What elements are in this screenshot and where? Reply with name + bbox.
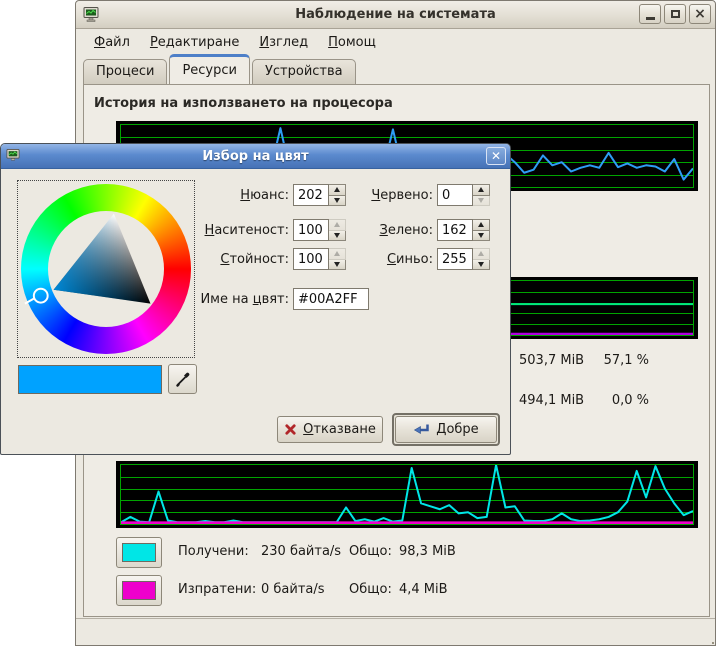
blue-spin-down-button[interactable] (473, 260, 490, 271)
close-icon: × (694, 7, 706, 21)
value-label: Стойност: (171, 252, 289, 267)
swap-percent: 0,0 % (612, 393, 649, 408)
main-titlebar[interactable]: Наблюдение на системата × (76, 1, 715, 29)
memory-amount: 503,7 MiB (519, 353, 584, 368)
enter-arrow-icon (413, 422, 430, 437)
arrow-up-icon (478, 251, 484, 256)
received-color-swatch (122, 543, 156, 562)
network-history-chart (116, 461, 698, 528)
cancel-x-icon (284, 423, 297, 436)
green-spin-up-button[interactable] (473, 219, 490, 231)
dialog-close-button[interactable]: ✕ (486, 147, 506, 165)
ok-button[interactable]: Добре (395, 416, 497, 443)
green-spin-down-button[interactable] (473, 231, 490, 242)
arrow-down-icon (478, 233, 484, 238)
saturation-label: Наситеност: (171, 223, 289, 238)
green-row: Зелено: (319, 219, 490, 241)
resize-grip[interactable] (707, 637, 709, 639)
green-label: Зелено: (319, 223, 433, 238)
maximize-icon (671, 10, 680, 18)
cpu-history-title: История на използването на процесора (94, 96, 393, 111)
sent-total-label: Общо: (349, 582, 392, 597)
tab-resources[interactable]: Ресурси (169, 54, 250, 84)
red-row: Червено: (319, 184, 490, 206)
sent-color-swatch (122, 581, 156, 600)
status-bar (76, 618, 715, 645)
window-title: Наблюдение на системата (295, 7, 496, 22)
arrow-down-icon (478, 262, 484, 267)
network-line-series (121, 465, 693, 524)
eyedropper-icon (175, 371, 191, 387)
green-input[interactable] (437, 219, 473, 241)
hue-marker-line (25, 299, 34, 304)
sent-legend-row: Изпратени: 0 байта/s Общо: 4,4 MiB (116, 575, 676, 606)
minimize-button[interactable] (639, 4, 661, 24)
menu-item-help[interactable]: Помощ (318, 32, 386, 53)
color-preview-swatch (18, 365, 162, 394)
arrow-down-icon (478, 198, 484, 203)
color-name-row: Име на цвят: (171, 287, 369, 311)
color-picker-dialog: Избор на цвят ✕ (0, 143, 511, 455)
system-monitor-icon (83, 7, 99, 22)
sent-rate: 0 байта/s (261, 582, 325, 597)
color-wheel-box (17, 180, 195, 358)
sent-color-button[interactable] (116, 575, 162, 606)
swap-legend-row: 494,1 MiB 0,0 % (519, 393, 649, 410)
received-rate: 230 байта/s (261, 544, 341, 559)
tab-bar: Процеси Ресурси Устройства (83, 55, 358, 84)
received-total-label: Общо: (349, 544, 392, 559)
color-name-input[interactable] (293, 288, 369, 310)
arrow-up-icon (478, 187, 484, 192)
swap-amount: 494,1 MiB (519, 393, 584, 408)
received-label: Получени: (178, 544, 249, 559)
blue-row: Синьо: (319, 248, 490, 270)
close-icon: ✕ (491, 150, 501, 162)
cancel-button-label: Отказване (303, 422, 376, 437)
received-legend-row: Получени: 230 байта/s Общо: 98,3 MiB (116, 537, 676, 568)
red-spin-down-button[interactable] (473, 196, 490, 207)
received-color-button[interactable] (116, 537, 162, 568)
menu-item-edit[interactable]: Редактиране (140, 32, 249, 53)
menu-item-file[interactable]: Файл (84, 32, 140, 53)
menu-item-view[interactable]: Изглед (249, 32, 318, 53)
blue-spin-up-button[interactable] (473, 248, 490, 260)
ok-button-default-ring: Добре (392, 413, 500, 446)
minimize-icon (646, 17, 655, 20)
blue-input[interactable] (437, 248, 473, 270)
color-name-label: Име на цвят: (171, 292, 289, 307)
red-label: Червено: (319, 188, 433, 203)
memory-percent: 57,1 % (604, 353, 649, 368)
sent-total: 4,4 MiB (399, 582, 448, 597)
sent-label: Изпратени: (178, 582, 256, 597)
memory-legend-row: 503,7 MiB 57,1 % (519, 353, 649, 370)
saturation-value-triangle[interactable] (18, 181, 194, 357)
red-spin-up-button[interactable] (473, 184, 490, 196)
red-input[interactable] (437, 184, 473, 206)
tab-processes[interactable]: Процеси (83, 59, 167, 84)
pick-screen-color-button[interactable] (168, 364, 197, 394)
blue-label: Синьо: (319, 252, 433, 267)
system-monitor-icon (6, 149, 20, 162)
maximize-button[interactable] (664, 4, 686, 24)
received-total: 98,3 MiB (399, 544, 456, 559)
close-button[interactable]: × (689, 4, 711, 24)
dialog-titlebar[interactable]: Избор на цвят ✕ (1, 144, 510, 169)
dialog-title: Избор на цвят (202, 149, 308, 164)
network-chart-plot-area (120, 464, 694, 525)
arrow-up-icon (478, 222, 484, 227)
tab-devices[interactable]: Устройства (252, 59, 356, 84)
color-marker (34, 289, 48, 303)
hue-label: Нюанс: (171, 188, 289, 203)
cancel-button[interactable]: Отказване (277, 416, 383, 443)
ok-button-label: Добре (436, 422, 478, 437)
menubar: Файл Редактиране Изглед Помощ (76, 29, 715, 55)
